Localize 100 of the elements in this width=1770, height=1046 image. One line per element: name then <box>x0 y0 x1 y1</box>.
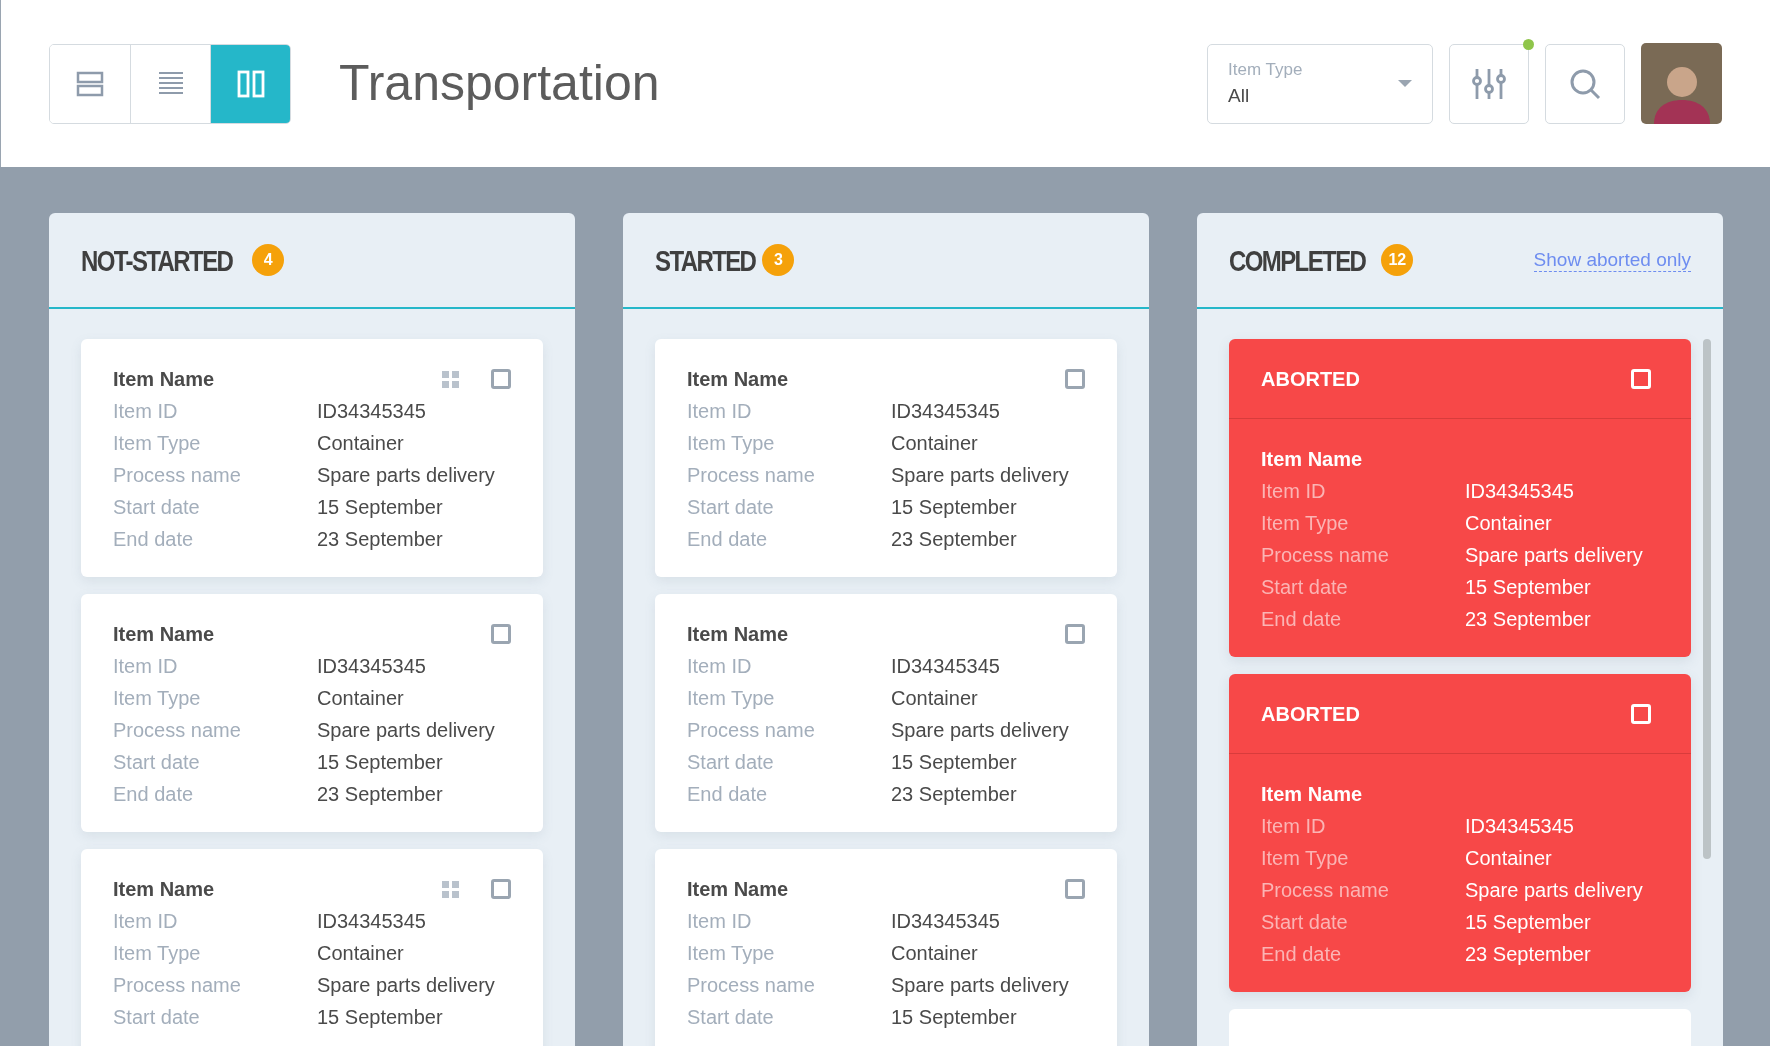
field-label: Process name <box>113 973 242 998</box>
column-title: NOT-STARTED <box>81 242 233 279</box>
count-badge: 3 <box>762 244 795 276</box>
field-label: Start date <box>687 750 775 775</box>
status-label: ABORTED <box>1261 366 1361 392</box>
field-label: Item Type <box>113 431 202 456</box>
field-label: Process name <box>113 463 242 488</box>
field-value: Container <box>1465 511 1552 536</box>
column-title: COMPLETED <box>1229 242 1366 279</box>
field-label: Item ID <box>1261 479 1327 504</box>
search-icon <box>1569 67 1601 100</box>
field-label: Item Type <box>687 686 776 711</box>
field-value: 23 September <box>891 527 1017 552</box>
dropdown-label: Item Type <box>1228 58 1304 81</box>
field-label: Item Type <box>113 686 202 711</box>
field-value: Container <box>317 941 404 966</box>
item-card[interactable]: Item Name Item ID ID34345345 Item Type Container Process name Spare parts delivery Start date 15 September End date 23 September <box>81 594 543 832</box>
field-label: End date <box>687 527 769 552</box>
field-label: End date <box>687 782 769 807</box>
item-name: Item Name <box>1261 782 1363 807</box>
item-name: Item Name <box>687 877 790 902</box>
field-label: Process name <box>113 718 242 743</box>
checkbox[interactable] <box>491 369 511 389</box>
item-type-dropdown[interactable]: Item Type All <box>1207 43 1433 124</box>
column-title: STARTED <box>655 242 756 279</box>
field-value: Spare parts delivery <box>1465 878 1643 903</box>
checkbox[interactable] <box>1065 879 1085 899</box>
scrollbar[interactable] <box>1703 339 1711 859</box>
page-title: Transportation <box>339 54 661 113</box>
item-card[interactable]: Item Name Item ID ID34345345 Item Type Container Process name Spare parts delivery Start date 15 September <box>81 849 543 1046</box>
aborted-card[interactable]: ABORTED Item Name Item ID ID34345345 Item Type Container Process name Spare parts delivery Start date 15 September End date 23 September <box>1229 674 1691 992</box>
field-label: Start date <box>113 495 201 520</box>
field-label: Item Type <box>687 431 776 456</box>
field-label: Item Type <box>687 941 776 966</box>
field-value: ID34345345 <box>317 909 426 934</box>
field-value: 23 September <box>891 782 1017 807</box>
checkbox[interactable] <box>491 624 511 644</box>
field-label: Item Type <box>1261 846 1350 871</box>
field-value: 15 September <box>1465 910 1591 935</box>
item-name: Item Name <box>687 622 790 647</box>
aborted-card[interactable]: ABORTED Item Name Item ID ID34345345 Item Type Container Process name Spare parts delivery Start date 15 September End date 23 September <box>1229 339 1691 657</box>
field-label: Item Type <box>113 941 202 966</box>
field-value: 23 September <box>317 527 443 552</box>
field-label: End date <box>113 527 195 552</box>
field-value: Spare parts delivery <box>891 973 1069 998</box>
checkbox[interactable] <box>1065 369 1085 389</box>
status-label: ABORTED <box>1261 701 1361 727</box>
field-value: Spare parts delivery <box>317 463 495 488</box>
field-label: Start date <box>687 495 775 520</box>
field-label: End date <box>1261 942 1343 967</box>
field-value: ID34345345 <box>317 654 426 679</box>
item-name: Item Name <box>113 877 216 902</box>
field-label: Process name <box>687 973 816 998</box>
avatar[interactable] <box>1641 43 1722 124</box>
field-value: Container <box>317 431 404 456</box>
field-label: Item ID <box>113 909 179 934</box>
field-value: Container <box>891 941 978 966</box>
item-name: Item Name <box>113 367 216 392</box>
field-value: 23 September <box>317 782 443 807</box>
field-value: ID34345345 <box>1465 814 1574 839</box>
field-label: Item Type <box>1261 511 1350 536</box>
field-label: Start date <box>113 1005 201 1030</box>
field-label: Item ID <box>687 909 753 934</box>
field-value: Container <box>891 686 978 711</box>
field-value: 15 September <box>317 750 443 775</box>
field-value: Spare parts delivery <box>317 718 495 743</box>
search-button[interactable] <box>1545 43 1625 124</box>
item-card[interactable]: Item Name Item ID ID34345345 Item Type Container Process name Spare parts delivery Start date 15 September End date 23 September <box>81 339 543 577</box>
dropdown-value: All <box>1228 84 1251 108</box>
field-value: Spare parts delivery <box>891 718 1069 743</box>
field-value: 15 September <box>891 495 1017 520</box>
checkbox[interactable] <box>1065 624 1085 644</box>
field-value: ID34345345 <box>891 909 1000 934</box>
field-label: Process name <box>1261 543 1390 568</box>
field-label: Start date <box>1261 910 1349 935</box>
field-label: Start date <box>1261 575 1349 600</box>
field-value: 15 September <box>317 495 443 520</box>
field-value: ID34345345 <box>317 399 426 424</box>
field-value: Container <box>891 431 978 456</box>
field-label: Process name <box>687 718 816 743</box>
field-value: Spare parts delivery <box>1465 543 1643 568</box>
field-value: 15 September <box>1465 575 1591 600</box>
item-card[interactable]: Item Name Item ID ID34345345 Item Type Container Process name Spare parts delivery Start date 15 September End date 23 September <box>655 594 1117 832</box>
caret-icon <box>1398 80 1412 87</box>
view-button[interactable] <box>210 44 290 123</box>
item-card[interactable]: Item Name Item ID ID34345345 Item Type Container Process name Spare parts delivery Start date 15 September End date 23 September <box>655 339 1117 577</box>
field-value: ID34345345 <box>1465 479 1574 504</box>
drag-handle-icon[interactable] <box>442 880 459 898</box>
filter-button[interactable] <box>1449 43 1529 124</box>
field-value: Spare parts delivery <box>317 973 495 998</box>
checkbox[interactable] <box>491 879 511 899</box>
field-label: Process name <box>687 463 816 488</box>
field-value: ID34345345 <box>891 399 1000 424</box>
field-label: Start date <box>113 750 201 775</box>
field-label: End date <box>1261 607 1343 632</box>
field-label: Item ID <box>1261 814 1327 839</box>
item-name: Item Name <box>113 622 216 647</box>
item-card[interactable]: Item Name Item ID ID34345345 Item Type Container Process name Spare parts delivery Start date 15 September <box>655 849 1117 1046</box>
count-badge: 4 <box>252 244 285 276</box>
drag-handle-icon[interactable] <box>442 370 459 388</box>
